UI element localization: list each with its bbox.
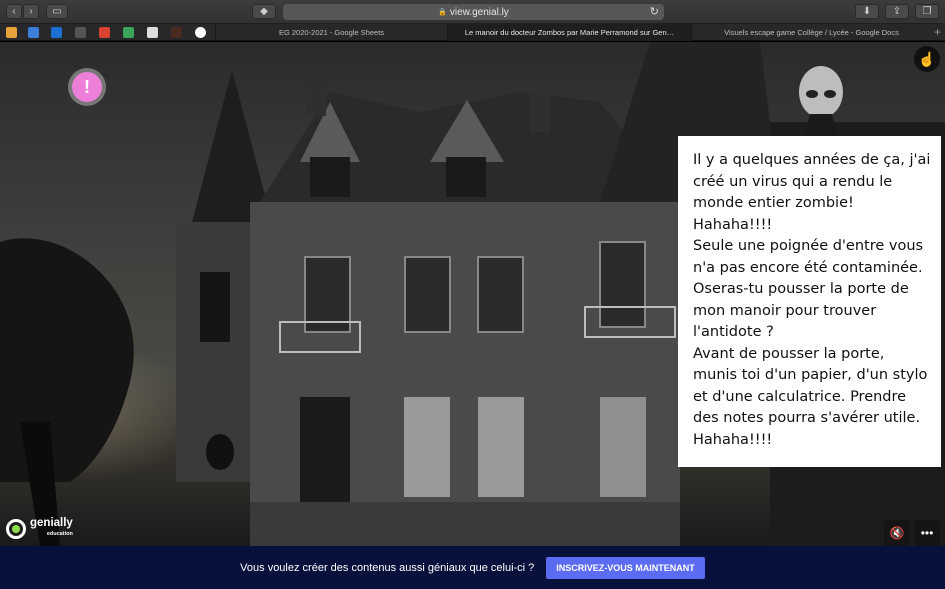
tab-overview-button[interactable]: ◆ xyxy=(252,4,276,19)
back-button[interactable]: ‹ xyxy=(6,4,22,19)
sidebar-button[interactable]: ▭ xyxy=(46,4,68,19)
genially-stage: ! ☝ Il y a quelques années de ça, j'ai c… xyxy=(0,42,945,546)
bookmark-icon[interactable] xyxy=(51,27,62,38)
genially-logo[interactable]: genially education xyxy=(6,517,73,540)
chevron-right-icon: › xyxy=(29,6,33,17)
reload-icon[interactable]: ↻ xyxy=(650,5,659,18)
tabs-button[interactable]: ❐ xyxy=(915,4,939,19)
more-dots-icon: ••• xyxy=(920,526,934,540)
url-text: view.genial.ly xyxy=(449,6,509,18)
download-icon: ⬇ xyxy=(862,6,872,17)
bookmark-icon[interactable] xyxy=(147,27,158,38)
bookmark-icon[interactable] xyxy=(123,27,134,38)
tab-sheets[interactable]: EG 2020-2021 - Google Sheets xyxy=(215,24,447,41)
more-button[interactable]: ••• xyxy=(914,520,940,546)
sidebar-icon: ▭ xyxy=(52,6,62,17)
forward-button[interactable]: › xyxy=(23,4,39,19)
chevron-left-icon: ‹ xyxy=(12,6,16,17)
google-icon[interactable] xyxy=(195,27,206,38)
tabs-icon: ❐ xyxy=(922,6,932,17)
signup-button[interactable]: INSCRIVEZ-VOUS MAINTENANT xyxy=(546,556,705,579)
bookmark-icon[interactable] xyxy=(28,27,39,38)
browser-toolbar: ‹ › ▭ ◆ 🔒 view.genial.ly ↻ ⬇ ⇪ ❐ xyxy=(0,0,945,24)
tab-bar: EG 2020-2021 - Google Sheets Le manoir d… xyxy=(0,24,945,41)
speech-paragraph: Seule une poignée d'entre vous n'a pas e… xyxy=(693,238,924,340)
signup-banner: Vous voulez créer des contenus aussi gén… xyxy=(0,546,945,589)
mute-button[interactable]: 🔇 xyxy=(884,520,910,546)
exclamation-icon: ! xyxy=(72,72,102,102)
genially-logo-icon xyxy=(6,519,26,539)
bookmark-icon[interactable] xyxy=(6,27,17,38)
zombos-character xyxy=(799,66,843,144)
banner-text: Vous voulez créer des contenus aussi gén… xyxy=(240,561,535,574)
speech-paragraph: Il y a quelques années de ça, j'ai créé … xyxy=(693,152,931,233)
share-icon: ⇪ xyxy=(892,6,902,17)
new-tab-icon[interactable]: + xyxy=(934,25,941,39)
speech-bubble: Il y a quelques années de ça, j'ai créé … xyxy=(678,136,941,467)
bookmark-icon[interactable] xyxy=(99,27,110,38)
share-button[interactable]: ⇪ xyxy=(885,4,909,19)
tab-genially[interactable]: Le manoir du docteur Zombos par Marie Pe… xyxy=(447,24,691,41)
logo-name: genially xyxy=(30,517,73,529)
speech-paragraph: Avant de pousser la porte, munis toi d'u… xyxy=(693,345,928,448)
bookmark-icon[interactable] xyxy=(171,27,182,38)
speaker-muted-icon: 🔇 xyxy=(889,526,905,540)
logo-sub: education xyxy=(46,531,73,537)
downloads-button[interactable]: ⬇ xyxy=(855,4,879,19)
address-bar[interactable]: 🔒 view.genial.ly ↻ xyxy=(283,4,664,20)
hand-pointer-icon[interactable]: ☝ xyxy=(914,46,940,72)
alert-button[interactable]: ! xyxy=(68,68,106,106)
lock-icon: 🔒 xyxy=(438,9,447,16)
tab-docs[interactable]: Visuels escape game Collège / Lycée - Go… xyxy=(691,24,931,41)
tag-icon: ◆ xyxy=(260,6,268,17)
bookmark-icon[interactable] xyxy=(75,27,86,38)
